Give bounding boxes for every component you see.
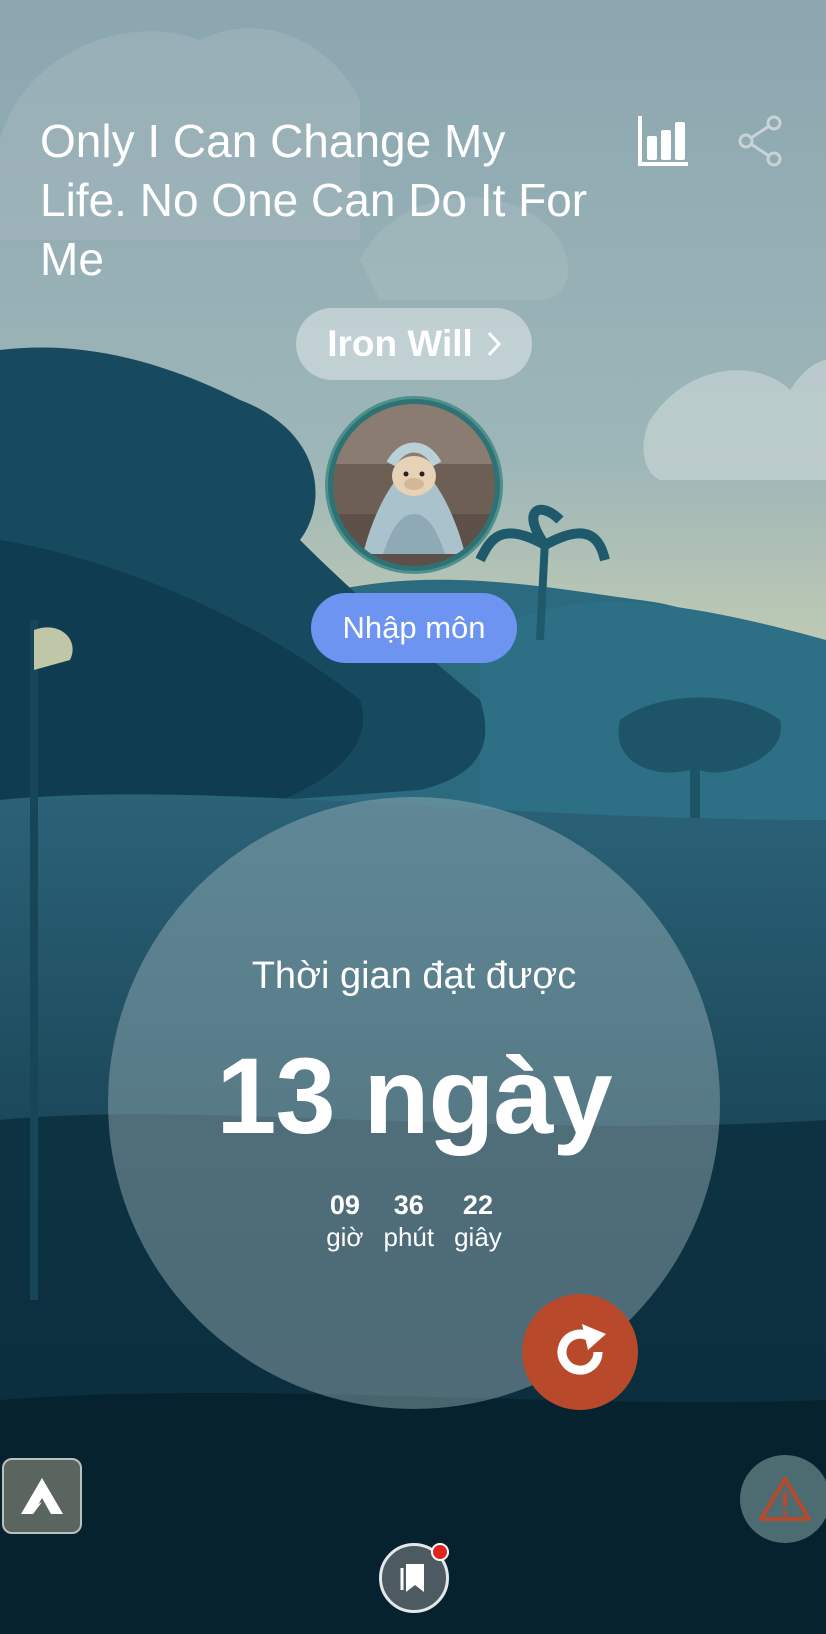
category-label: Iron Will: [327, 323, 473, 364]
seconds-value: 22: [462, 1190, 493, 1220]
app-logo-button[interactable]: [2, 1458, 82, 1534]
minutes-label: phút: [383, 1222, 435, 1252]
days-count: 13 ngày: [216, 1035, 612, 1156]
share-icon[interactable]: [736, 114, 784, 168]
seconds-unit: 22 giây: [454, 1189, 502, 1253]
level-badge[interactable]: Nhập môn: [311, 593, 517, 663]
minutes-unit: 36 phút: [383, 1189, 434, 1253]
reset-button[interactable]: [522, 1294, 638, 1410]
warning-icon: [759, 1477, 811, 1521]
timer-panel: Thời gian đạt được 13 ngày 09 giờ 36 phú…: [108, 797, 720, 1409]
notification-dot: [431, 1543, 449, 1561]
alert-button[interactable]: [740, 1455, 826, 1543]
bar-chart-icon[interactable]: [634, 112, 692, 170]
chevron-right-icon: [487, 331, 501, 357]
hours-value: 09: [329, 1190, 360, 1220]
avatar-image: [333, 404, 495, 566]
app-logo-icon: [21, 1478, 63, 1514]
hours-label: giờ: [326, 1222, 364, 1252]
hours-unit: 09 giờ: [326, 1189, 363, 1253]
seconds-label: giây: [454, 1222, 502, 1252]
habit-quote: Only I Can Change My Life. No One Can Do…: [40, 115, 588, 285]
minutes-value: 36: [393, 1190, 424, 1220]
timer-label: Thời gian đạt được: [251, 955, 577, 997]
bookmark-icon: [400, 1564, 424, 1592]
category-button[interactable]: Iron Will: [296, 308, 532, 380]
reset-icon: [557, 1324, 606, 1375]
avatar[interactable]: [325, 396, 503, 574]
time-breakdown: 09 giờ 36 phút 22 giây: [108, 1189, 720, 1253]
